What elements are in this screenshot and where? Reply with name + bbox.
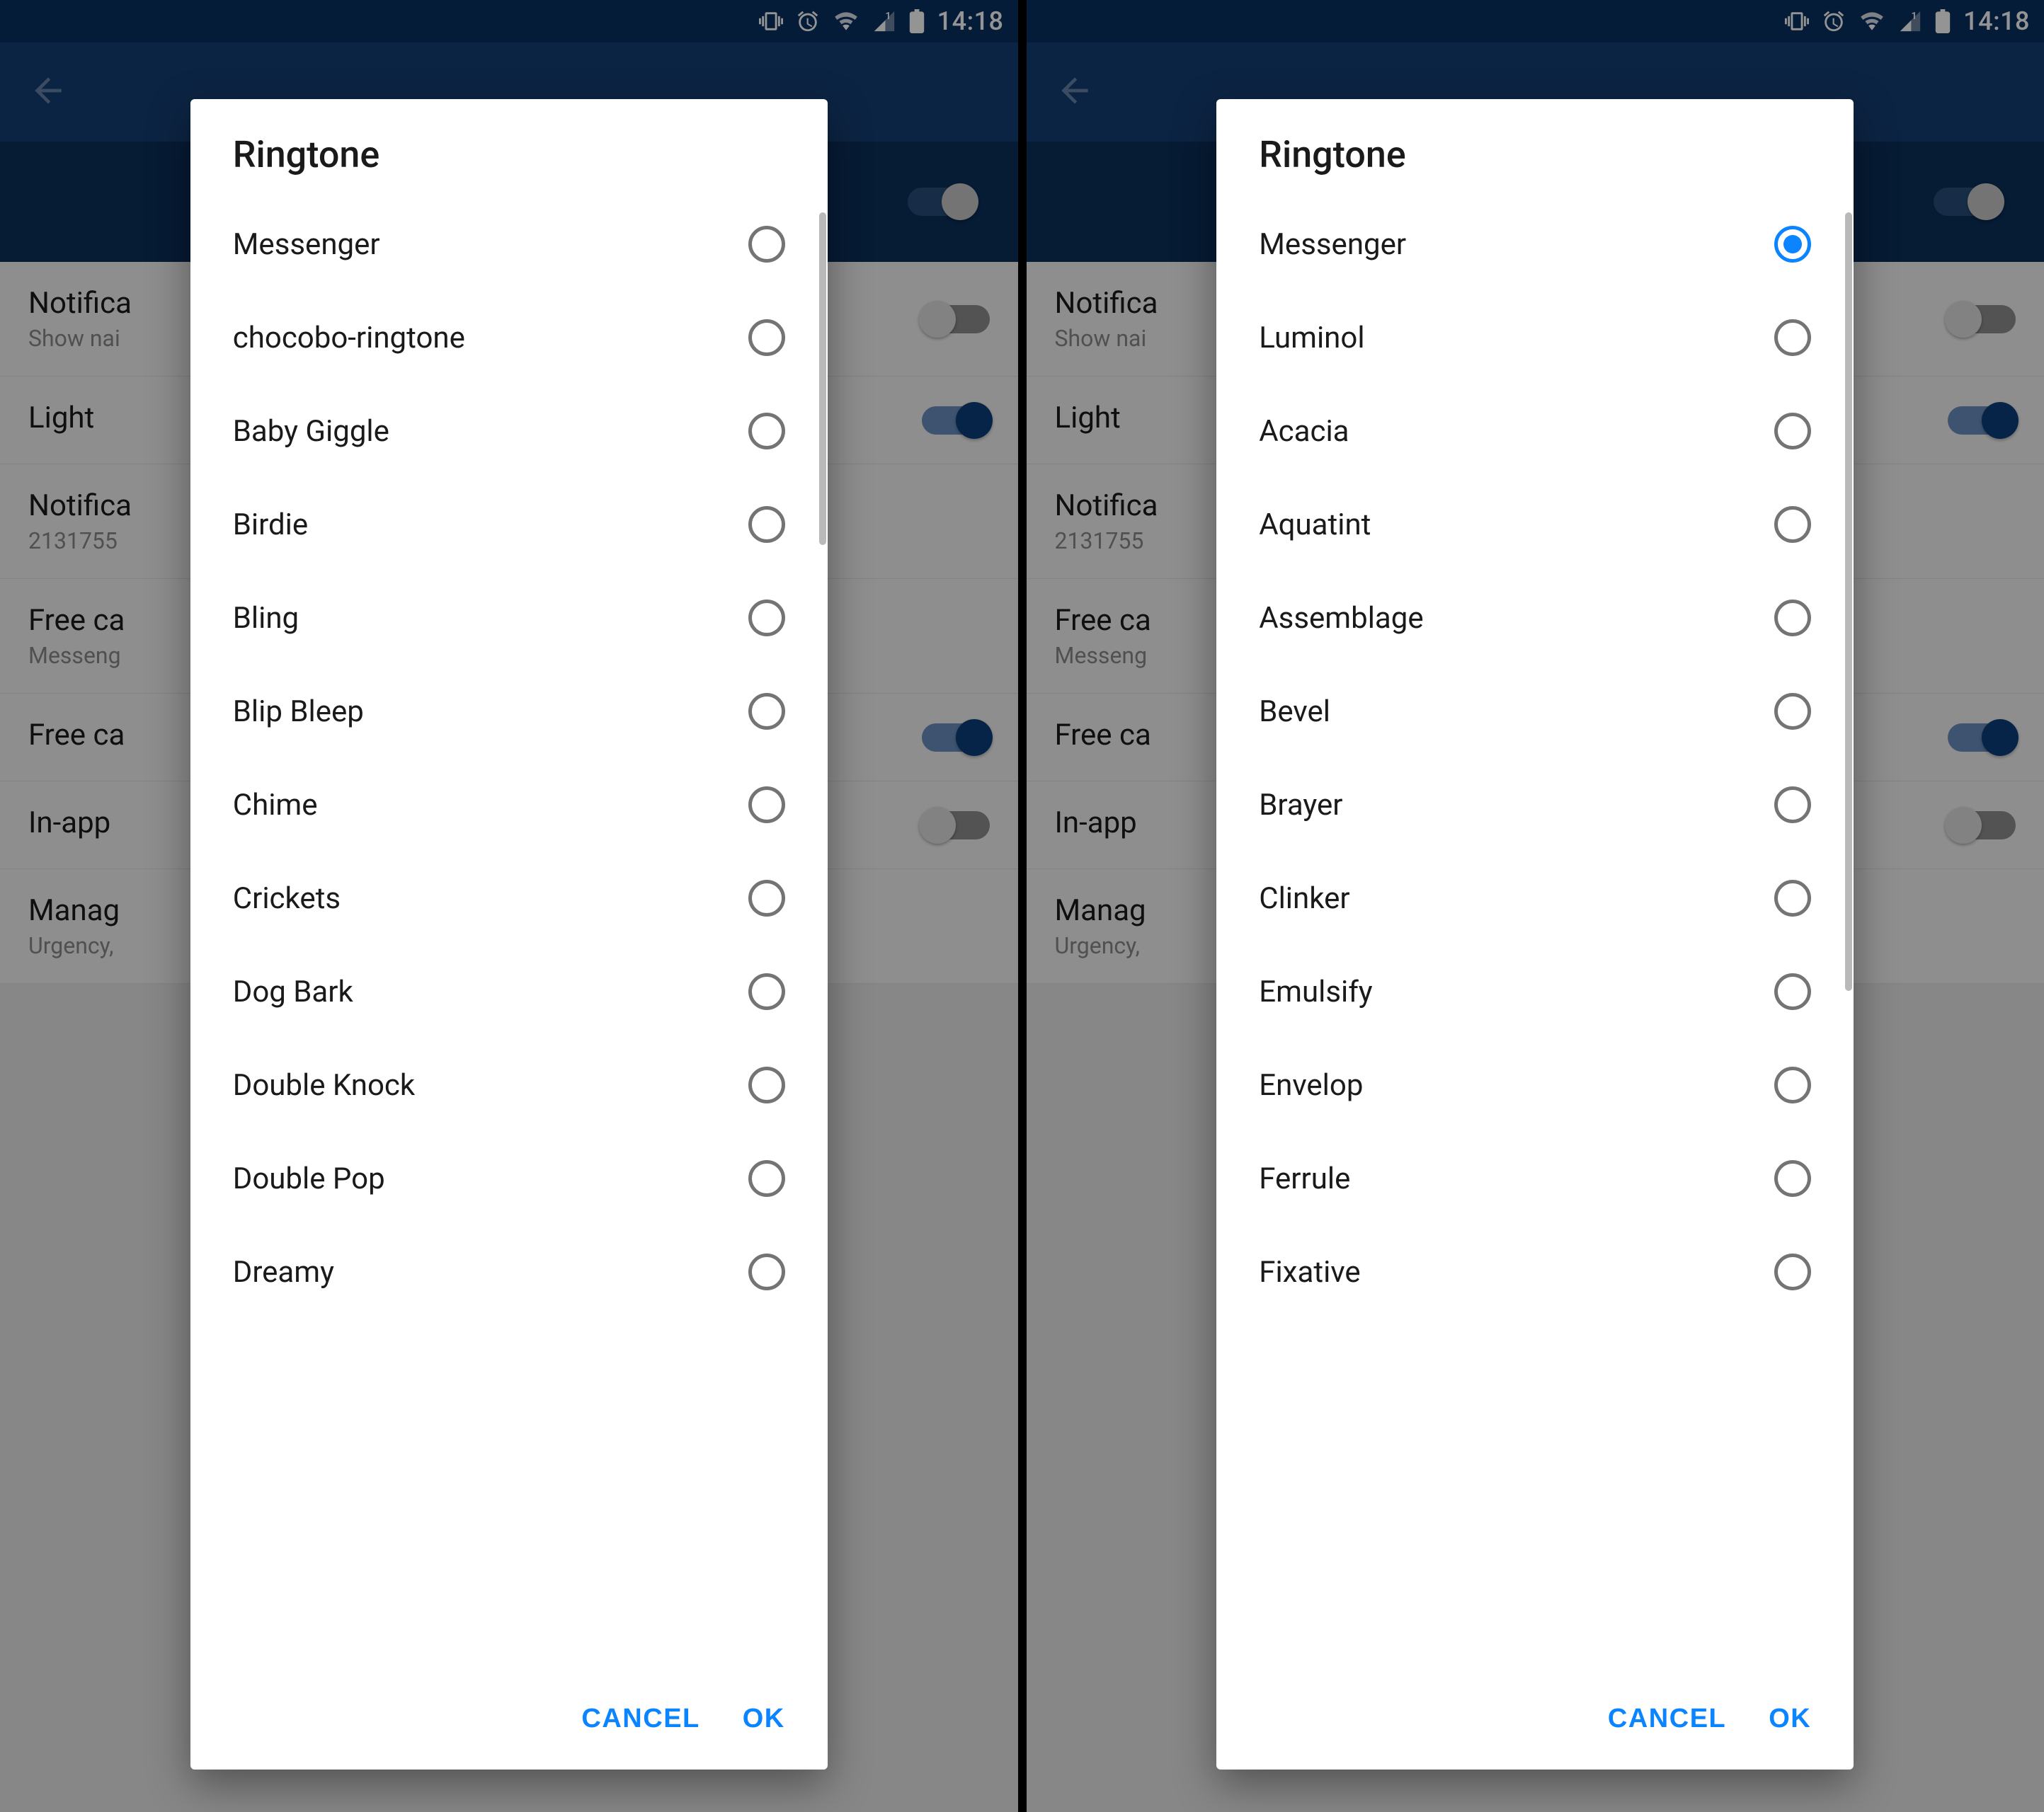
radio-icon[interactable]: [748, 319, 785, 356]
ringtone-option-label: Emulsify: [1259, 975, 1372, 1009]
ringtone-option[interactable]: Messenger: [190, 197, 828, 291]
ok-button[interactable]: OK: [743, 1704, 785, 1734]
ringtone-option[interactable]: Assemblage: [1216, 571, 1854, 665]
ringtone-option-label: Assemblage: [1259, 601, 1423, 636]
ringtone-option[interactable]: Aquatint: [1216, 478, 1854, 571]
ringtone-option-label: Clinker: [1259, 881, 1349, 916]
ringtone-option[interactable]: Envelop: [1216, 1038, 1854, 1132]
ringtone-option[interactable]: Double Pop: [190, 1132, 828, 1225]
ringtone-option-label: Chime: [233, 788, 318, 822]
ringtone-option[interactable]: Bling: [190, 571, 828, 665]
radio-icon[interactable]: [748, 880, 785, 917]
ringtone-option[interactable]: Acacia: [1216, 384, 1854, 478]
ringtone-option-label: chocobo-ringtone: [233, 321, 465, 355]
dialog-actions: CANCEL OK: [1216, 1682, 1854, 1770]
ringtone-option[interactable]: Chime: [190, 758, 828, 851]
radio-icon[interactable]: [748, 1160, 785, 1197]
ringtone-option-label: Crickets: [233, 881, 341, 916]
dialog-title: Ringtone: [1216, 99, 1854, 197]
radio-icon[interactable]: [748, 1254, 785, 1290]
ringtone-option-label: Luminol: [1259, 321, 1364, 355]
radio-icon[interactable]: [748, 786, 785, 823]
ringtone-option-label: Baby Giggle: [233, 414, 389, 449]
ringtone-option-list[interactable]: Messenger chocobo-ringtone Baby Giggle Bird…: [190, 197, 828, 1682]
scrollbar-thumb[interactable]: [819, 212, 826, 545]
radio-icon[interactable]: [748, 226, 785, 263]
ringtone-option[interactable]: Brayer: [1216, 758, 1854, 851]
ringtone-option[interactable]: Dreamy: [190, 1225, 828, 1319]
ringtone-option-label: Dreamy: [233, 1255, 334, 1290]
radio-icon[interactable]: [1774, 693, 1811, 730]
ringtone-dialog: Ringtone Messenger chocobo-ringtone Baby G…: [190, 99, 828, 1770]
radio-icon[interactable]: [748, 1067, 785, 1103]
ringtone-option-label: Bevel: [1259, 694, 1330, 729]
radio-icon[interactable]: [1774, 880, 1811, 917]
radio-icon[interactable]: [1774, 319, 1811, 356]
radio-icon[interactable]: [748, 413, 785, 449]
radio-icon[interactable]: [1774, 506, 1811, 543]
ringtone-option[interactable]: Messenger: [1216, 197, 1854, 291]
dialog-actions: CANCEL OK: [190, 1682, 828, 1770]
ringtone-option[interactable]: Double Knock: [190, 1038, 828, 1132]
radio-icon[interactable]: [1774, 1160, 1811, 1197]
ringtone-option[interactable]: Blip Bleep: [190, 665, 828, 758]
ringtone-dialog: Ringtone Messenger Luminol Acacia Aquatint A…: [1216, 99, 1854, 1770]
dialog-title: Ringtone: [190, 99, 828, 197]
radio-icon[interactable]: [748, 600, 785, 636]
ringtone-option[interactable]: Clinker: [1216, 851, 1854, 945]
ringtone-option[interactable]: chocobo-ringtone: [190, 291, 828, 384]
radio-icon[interactable]: [1774, 1254, 1811, 1290]
radio-icon[interactable]: [748, 506, 785, 543]
ringtone-option-label: Messenger: [233, 227, 380, 262]
ringtone-option[interactable]: Luminol: [1216, 291, 1854, 384]
ringtone-option[interactable]: Crickets: [190, 851, 828, 945]
ringtone-option[interactable]: Dog Bark: [190, 945, 828, 1038]
phone-screen-right: 1 14:18 NotificaShow naiLightNotifica213…: [1022, 0, 2044, 1812]
ringtone-option-label: Double Pop: [233, 1162, 385, 1196]
ringtone-option[interactable]: Bevel: [1216, 665, 1854, 758]
ringtone-option[interactable]: Birdie: [190, 478, 828, 571]
radio-icon[interactable]: [748, 973, 785, 1010]
radio-icon[interactable]: [1774, 226, 1811, 263]
ringtone-option-label: Double Knock: [233, 1068, 415, 1103]
ringtone-option[interactable]: Baby Giggle: [190, 384, 828, 478]
ringtone-option-label: Ferrule: [1259, 1162, 1350, 1196]
ringtone-option-label: Blip Bleep: [233, 694, 364, 729]
cancel-button[interactable]: CANCEL: [1608, 1704, 1726, 1734]
ringtone-option[interactable]: Fixative: [1216, 1225, 1854, 1319]
radio-icon[interactable]: [1774, 600, 1811, 636]
cancel-button[interactable]: CANCEL: [581, 1704, 700, 1734]
ringtone-option-label: Dog Bark: [233, 975, 353, 1009]
ringtone-option-list[interactable]: Messenger Luminol Acacia Aquatint Assemblage…: [1216, 197, 1854, 1682]
ringtone-option-label: Aquatint: [1259, 508, 1371, 542]
ringtone-option[interactable]: Ferrule: [1216, 1132, 1854, 1225]
radio-icon[interactable]: [1774, 786, 1811, 823]
ringtone-option-label: Birdie: [233, 508, 308, 542]
ringtone-option-label: Fixative: [1259, 1255, 1360, 1290]
radio-icon[interactable]: [748, 693, 785, 730]
radio-icon[interactable]: [1774, 1067, 1811, 1103]
ringtone-option-label: Messenger: [1259, 227, 1406, 262]
ringtone-option-label: Acacia: [1259, 414, 1349, 449]
ringtone-option-label: Brayer: [1259, 788, 1342, 822]
scrollbar-thumb[interactable]: [1845, 212, 1852, 991]
ok-button[interactable]: OK: [1769, 1704, 1811, 1734]
radio-icon[interactable]: [1774, 973, 1811, 1010]
ringtone-option-label: Envelop: [1259, 1068, 1363, 1103]
radio-icon[interactable]: [1774, 413, 1811, 449]
ringtone-option[interactable]: Emulsify: [1216, 945, 1854, 1038]
ringtone-option-label: Bling: [233, 601, 299, 636]
phone-screen-left: 1 14:18 NotificaShow naiLightNotifica213…: [0, 0, 1022, 1812]
